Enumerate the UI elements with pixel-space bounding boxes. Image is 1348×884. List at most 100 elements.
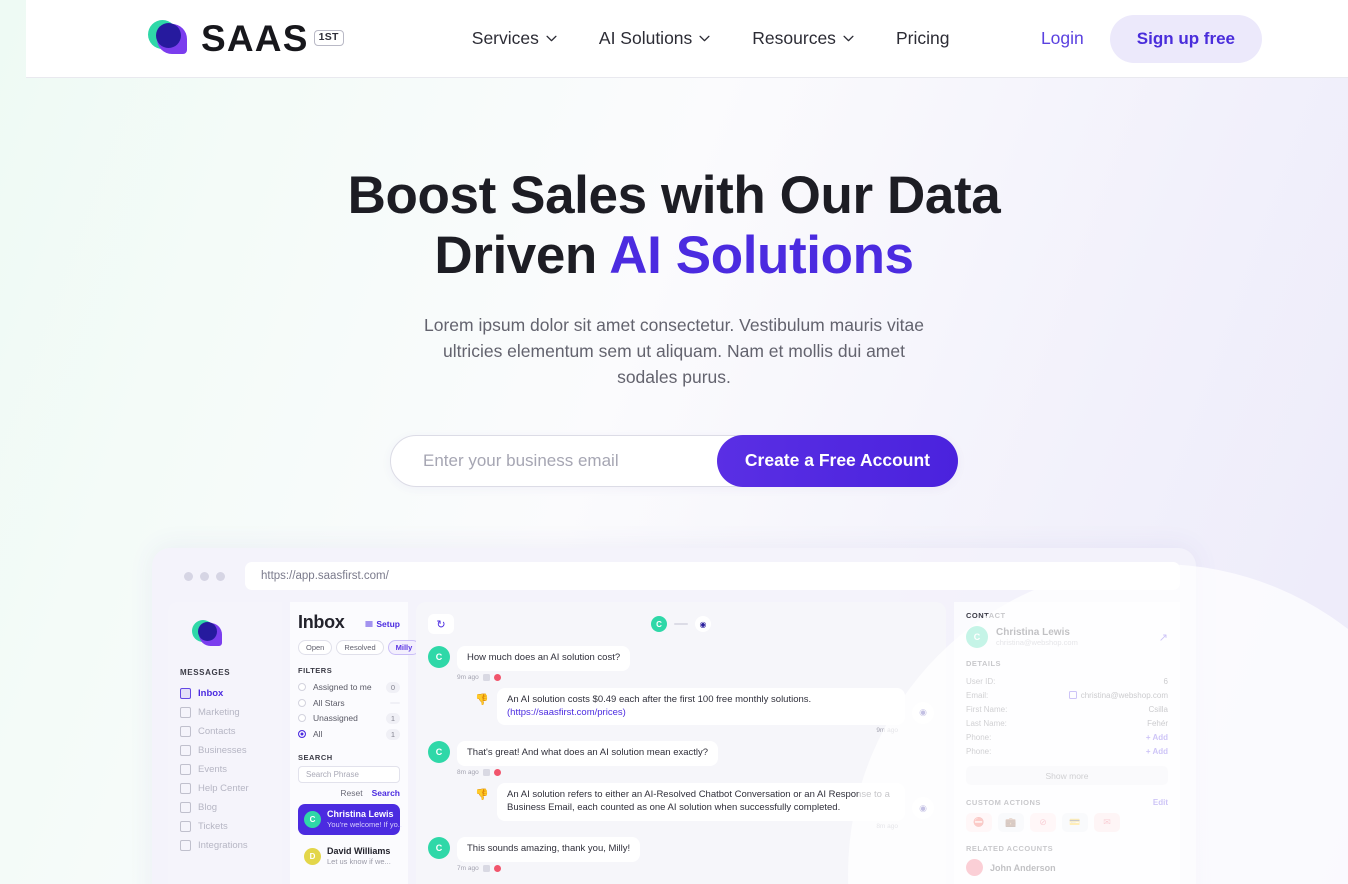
nav-item-services[interactable]: Services	[472, 28, 557, 49]
detail-key: Last Name:	[966, 718, 1007, 728]
nav-item-ai-solutions[interactable]: AI Solutions	[599, 28, 710, 49]
nav-actions: Login Sign up free	[1041, 14, 1348, 63]
email-field[interactable]	[395, 450, 717, 471]
pill-resolved[interactable]: Resolved	[336, 640, 384, 655]
filter-unassigned[interactable]: Unassigned 1	[298, 710, 400, 726]
edit-link[interactable]: Edit	[1153, 798, 1168, 807]
login-link[interactable]: Login	[1041, 28, 1084, 49]
add-phone-link[interactable]: + Add	[1146, 733, 1168, 742]
contact-section-label: CONTACT	[966, 611, 1006, 620]
radio-icon-selected	[298, 730, 306, 738]
ticket-icon	[180, 821, 191, 832]
related-account-item[interactable]: John Anderson	[966, 859, 1168, 876]
reset-button[interactable]: Reset	[340, 788, 362, 798]
nav-label: AI Solutions	[598, 28, 693, 48]
nav-item-resources[interactable]: Resources	[752, 28, 854, 49]
search-input[interactable]: Search Phrase	[298, 766, 400, 783]
detail-key: Email:	[966, 690, 989, 700]
detail-key: User ID:	[966, 676, 996, 686]
logo-badge: 1ST	[313, 30, 344, 46]
briefcase-icon[interactable]: 💼	[998, 813, 1024, 832]
block-icon[interactable]: ⊘	[1030, 813, 1056, 832]
brand-logo[interactable]: SAAS 1ST	[148, 17, 344, 61]
thumbs-down-icon[interactable]: 👎	[474, 788, 490, 801]
sidebar-item-integrations[interactable]: Integrations	[180, 836, 272, 855]
browser-url-bar[interactable]: https://app.saasfirst.com/	[245, 562, 1180, 590]
contact-name: Christina Lewis	[996, 627, 1070, 638]
sidebar-item-label: Tickets	[198, 821, 228, 832]
avatar	[966, 859, 983, 876]
create-free-account-button[interactable]: Create a Free Account	[716, 434, 958, 487]
conversation-name: Christina Lewis	[327, 809, 394, 819]
app-window: MESSAGES Inbox Marketing Contacts Busine…	[168, 602, 1180, 884]
chat-header: ↻ C ◉	[428, 611, 934, 637]
card-icon[interactable]: 💳	[1062, 813, 1088, 832]
search-button[interactable]: Search	[372, 788, 400, 798]
conversation-item-david-williams[interactable]: D David Williams Let us know if we...	[298, 841, 400, 872]
sidebar-item-events[interactable]: Events	[180, 760, 272, 779]
search-label: SEARCH	[298, 753, 333, 762]
conversation-preview: Let us know if we...	[327, 857, 391, 867]
chat-message-outgoing: 👎 An AI solution costs $0.49 each after …	[428, 687, 934, 734]
add-phone-link[interactable]: + Add	[1146, 747, 1168, 756]
hero-title-accent: AI Solutions	[609, 225, 914, 285]
setup-link[interactable]: Setup	[365, 619, 400, 629]
detail-row-email: Email: christina@webshop.com	[966, 688, 1168, 702]
detail-key: Phone:	[966, 732, 992, 742]
thumbs-down-icon[interactable]: 👎	[474, 693, 490, 706]
calendar-icon	[180, 764, 191, 775]
sign-up-free-button[interactable]: Sign up free	[1109, 14, 1262, 63]
sidebar-item-help-center[interactable]: Help Center	[180, 779, 272, 798]
sidebar-item-businesses[interactable]: Businesses	[180, 741, 272, 760]
message-time: 8m ago	[876, 822, 898, 830]
avatar: C	[428, 741, 450, 764]
filter-assigned-to-me[interactable]: Assigned to me 0	[298, 679, 400, 695]
sidebar-item-inbox[interactable]: Inbox	[180, 684, 272, 703]
search-actions: Reset Search	[298, 788, 400, 798]
open-external-icon[interactable]: ↗	[1159, 631, 1168, 644]
chevron-down-icon	[699, 35, 710, 42]
nav-label: Resources	[752, 28, 836, 48]
bot-avatar-icon: ◉	[912, 701, 934, 724]
show-more-button[interactable]: Show more	[966, 766, 1168, 785]
chat-panel: ↻ C ◉ C How much does an AI solution cos…	[416, 602, 946, 884]
message-time: 7m ago	[457, 864, 479, 872]
hero-subtitle: Lorem ipsum dolor sit amet consectetur. …	[424, 314, 924, 388]
conversation-item-christina-lewis[interactable]: C Christina Lewis You're welcome! If yo.…	[298, 804, 402, 835]
filter-all-stars[interactable]: All Stars	[298, 695, 400, 710]
message-time: 9m ago	[457, 673, 479, 681]
ban-icon[interactable]: ⛔	[966, 813, 992, 832]
sidebar-item-contacts[interactable]: Contacts	[180, 722, 272, 741]
mail-alert-icon[interactable]: ✉	[1094, 813, 1120, 832]
flag-icon	[493, 769, 501, 777]
browser-chrome: https://app.saasfirst.com/	[168, 562, 1180, 590]
window-dot-close	[184, 571, 193, 581]
message-bubble: How much does an AI solution cost?	[457, 646, 631, 671]
avatar: C	[428, 836, 450, 859]
avatar: D	[304, 848, 321, 865]
chat-messages: C How much does an AI solution cost? 9m …	[428, 637, 934, 884]
pill-open[interactable]: Open	[298, 640, 333, 655]
sidebar-item-tickets[interactable]: Tickets	[180, 817, 272, 836]
detail-row-user-id: User ID: 6	[966, 674, 1168, 688]
hero-section: Boost Sales with Our Data Driven AI Solu…	[0, 78, 1348, 487]
book-icon	[180, 783, 191, 794]
translate-icon	[482, 864, 490, 872]
filter-all[interactable]: All 1	[298, 726, 400, 742]
message-link[interactable]: (https://saasfirst.com/prices)	[507, 707, 626, 718]
sidebar-item-blog[interactable]: Blog	[180, 798, 272, 817]
nav-item-pricing[interactable]: Pricing	[896, 28, 950, 49]
copy-icon[interactable]	[1068, 691, 1077, 699]
related-account-name: John Anderson	[990, 862, 1056, 873]
filter-count	[390, 701, 400, 704]
building-icon	[180, 745, 191, 756]
app-screenshot-mockup: https://app.saasfirst.com/ MESSAGES Inbo…	[152, 548, 1196, 884]
conversation-name: David Williams	[327, 846, 391, 856]
sidebar-item-marketing[interactable]: Marketing	[180, 703, 272, 722]
detail-row-first-name: First Name: Csilla	[966, 702, 1168, 716]
refresh-icon[interactable]: ↻	[428, 614, 454, 634]
detail-key: Phone:	[966, 746, 992, 756]
inbox-title: Inbox	[298, 612, 345, 632]
sidebar-item-label: Help Center	[198, 783, 249, 794]
flag-icon	[493, 864, 501, 872]
